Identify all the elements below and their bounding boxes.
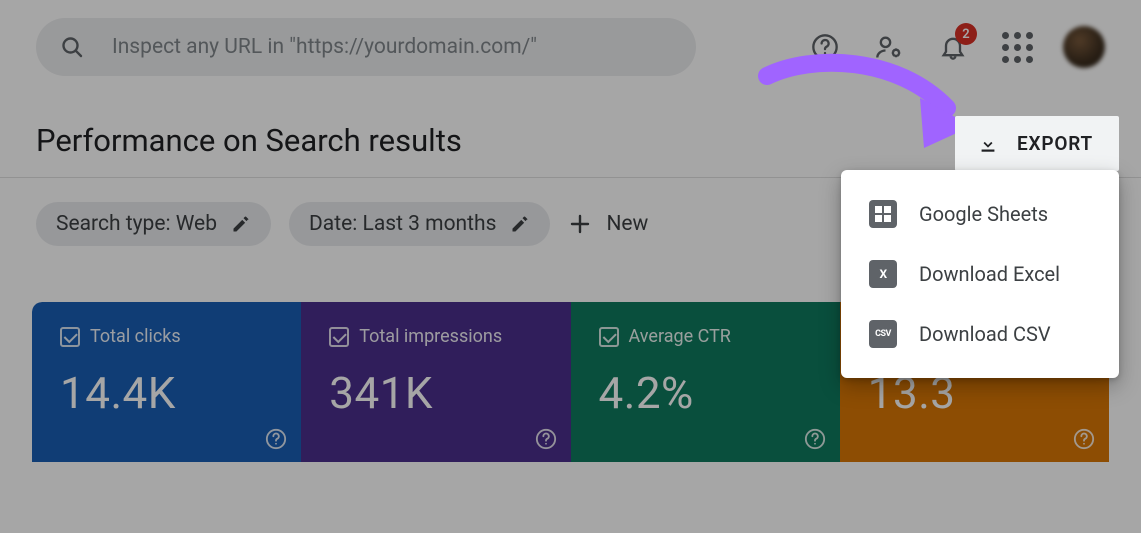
chip-label: Search type: Web xyxy=(56,212,217,236)
page-title: Performance on Search results xyxy=(36,122,1105,159)
menu-item-label: Download Excel xyxy=(919,262,1060,286)
users-settings-icon[interactable] xyxy=(871,29,907,65)
help-icon[interactable] xyxy=(535,428,557,450)
metric-label: Average CTR xyxy=(629,326,731,347)
checkbox-icon xyxy=(329,327,349,347)
export-area: EXPORT Google Sheets X Download Excel CS… xyxy=(955,116,1119,171)
avatar[interactable] xyxy=(1063,26,1105,68)
metric-label: Total impressions xyxy=(359,326,502,347)
sheets-icon xyxy=(869,200,897,228)
export-google-sheets[interactable]: Google Sheets xyxy=(841,184,1119,244)
url-inspect-search[interactable]: Inspect any URL in "https://yourdomain.c… xyxy=(36,18,696,76)
plus-icon xyxy=(568,212,592,236)
top-bar: Inspect any URL in "https://yourdomain.c… xyxy=(0,0,1141,94)
search-placeholder: Inspect any URL in "https://yourdomain.c… xyxy=(112,37,537,58)
metric-card-impressions[interactable]: Total impressions 341K xyxy=(301,302,570,462)
search-icon xyxy=(60,35,84,59)
help-icon[interactable] xyxy=(804,428,826,450)
add-filter-button[interactable]: New xyxy=(568,212,648,236)
menu-item-label: Download CSV xyxy=(919,322,1051,346)
notification-badge: 2 xyxy=(955,23,977,45)
help-icon[interactable] xyxy=(1073,428,1095,450)
checkbox-icon xyxy=(60,327,80,347)
metric-label: Total clicks xyxy=(90,326,181,347)
filter-chip-search-type[interactable]: Search type: Web xyxy=(36,202,271,246)
export-button[interactable]: EXPORT xyxy=(955,116,1119,171)
new-filter-label: New xyxy=(606,212,648,236)
csv-icon: CSV xyxy=(869,320,897,348)
export-download-excel[interactable]: X Download Excel xyxy=(841,244,1119,304)
checkbox-icon xyxy=(599,327,619,347)
download-icon xyxy=(977,133,999,155)
metric-card-ctr[interactable]: Average CTR 4.2% xyxy=(571,302,840,462)
export-download-csv[interactable]: CSV Download CSV xyxy=(841,304,1119,364)
metric-value: 341K xyxy=(329,367,548,419)
menu-item-label: Google Sheets xyxy=(919,202,1048,226)
export-button-label: EXPORT xyxy=(1017,132,1093,155)
apps-grid-icon[interactable] xyxy=(999,29,1035,65)
help-icon[interactable] xyxy=(265,428,287,450)
export-menu: Google Sheets X Download Excel CSV Downl… xyxy=(841,170,1119,378)
chip-label: Date: Last 3 months xyxy=(309,212,496,236)
metric-value: 4.2% xyxy=(599,367,818,419)
excel-icon: X xyxy=(869,260,897,288)
metric-card-clicks[interactable]: Total clicks 14.4K xyxy=(32,302,301,462)
notifications-icon[interactable]: 2 xyxy=(935,29,971,65)
pencil-icon xyxy=(231,214,251,234)
filter-chip-date[interactable]: Date: Last 3 months xyxy=(289,202,550,246)
help-icon[interactable] xyxy=(807,29,843,65)
metric-value: 14.4K xyxy=(60,367,279,419)
pencil-icon xyxy=(510,214,530,234)
